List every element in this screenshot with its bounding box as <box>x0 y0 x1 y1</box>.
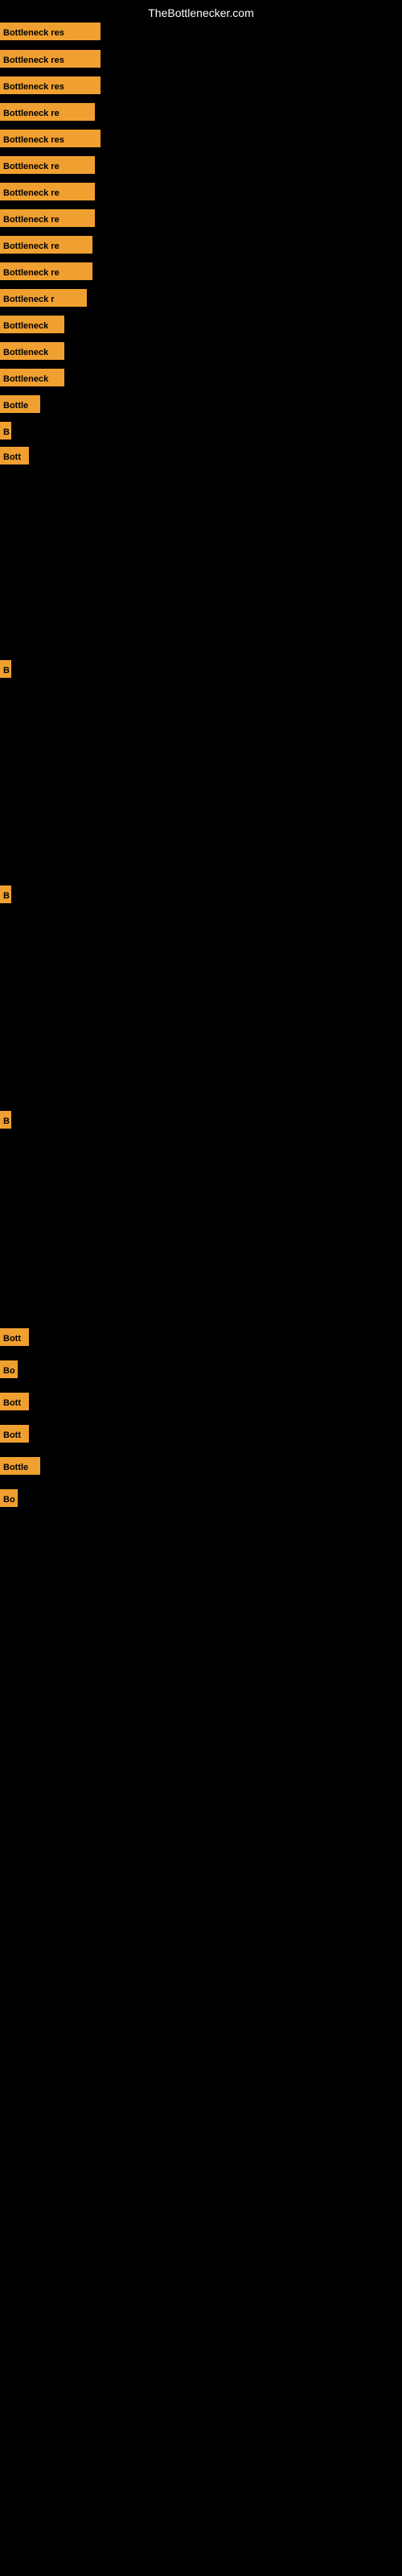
bottleneck-label: Bott <box>0 1425 29 1443</box>
bottleneck-label: Bottleneck <box>0 369 64 386</box>
bottleneck-label: Bottleneck res <box>0 23 100 40</box>
bottleneck-label: Bottle <box>0 1457 40 1475</box>
bottleneck-label: B <box>0 422 11 440</box>
bottleneck-label: B <box>0 886 11 903</box>
bottleneck-label: Bottleneck re <box>0 183 95 200</box>
bottleneck-label: Bottleneck <box>0 342 64 360</box>
bottleneck-label: Bott <box>0 1393 29 1410</box>
bottleneck-label: Bo <box>0 1360 18 1378</box>
bottleneck-label: Bottleneck re <box>0 156 95 174</box>
bottleneck-label: Bottleneck re <box>0 236 92 254</box>
bottleneck-label: Bottleneck res <box>0 76 100 94</box>
bottleneck-label: Bott <box>0 1328 29 1346</box>
bottleneck-label: Bo <box>0 1489 18 1507</box>
bottleneck-label: B <box>0 660 11 678</box>
bottleneck-label: Bottle <box>0 395 40 413</box>
bottleneck-label: Bottleneck r <box>0 289 87 307</box>
bottleneck-label: Bottleneck re <box>0 262 92 280</box>
bottleneck-label: Bott <box>0 447 29 464</box>
bottleneck-label: Bottleneck re <box>0 103 95 121</box>
bottleneck-label: B <box>0 1111 11 1129</box>
bottleneck-label: Bottleneck <box>0 316 64 333</box>
bottleneck-label: Bottleneck re <box>0 209 95 227</box>
bottleneck-label: Bottleneck res <box>0 130 100 147</box>
bottleneck-label: Bottleneck res <box>0 50 100 68</box>
